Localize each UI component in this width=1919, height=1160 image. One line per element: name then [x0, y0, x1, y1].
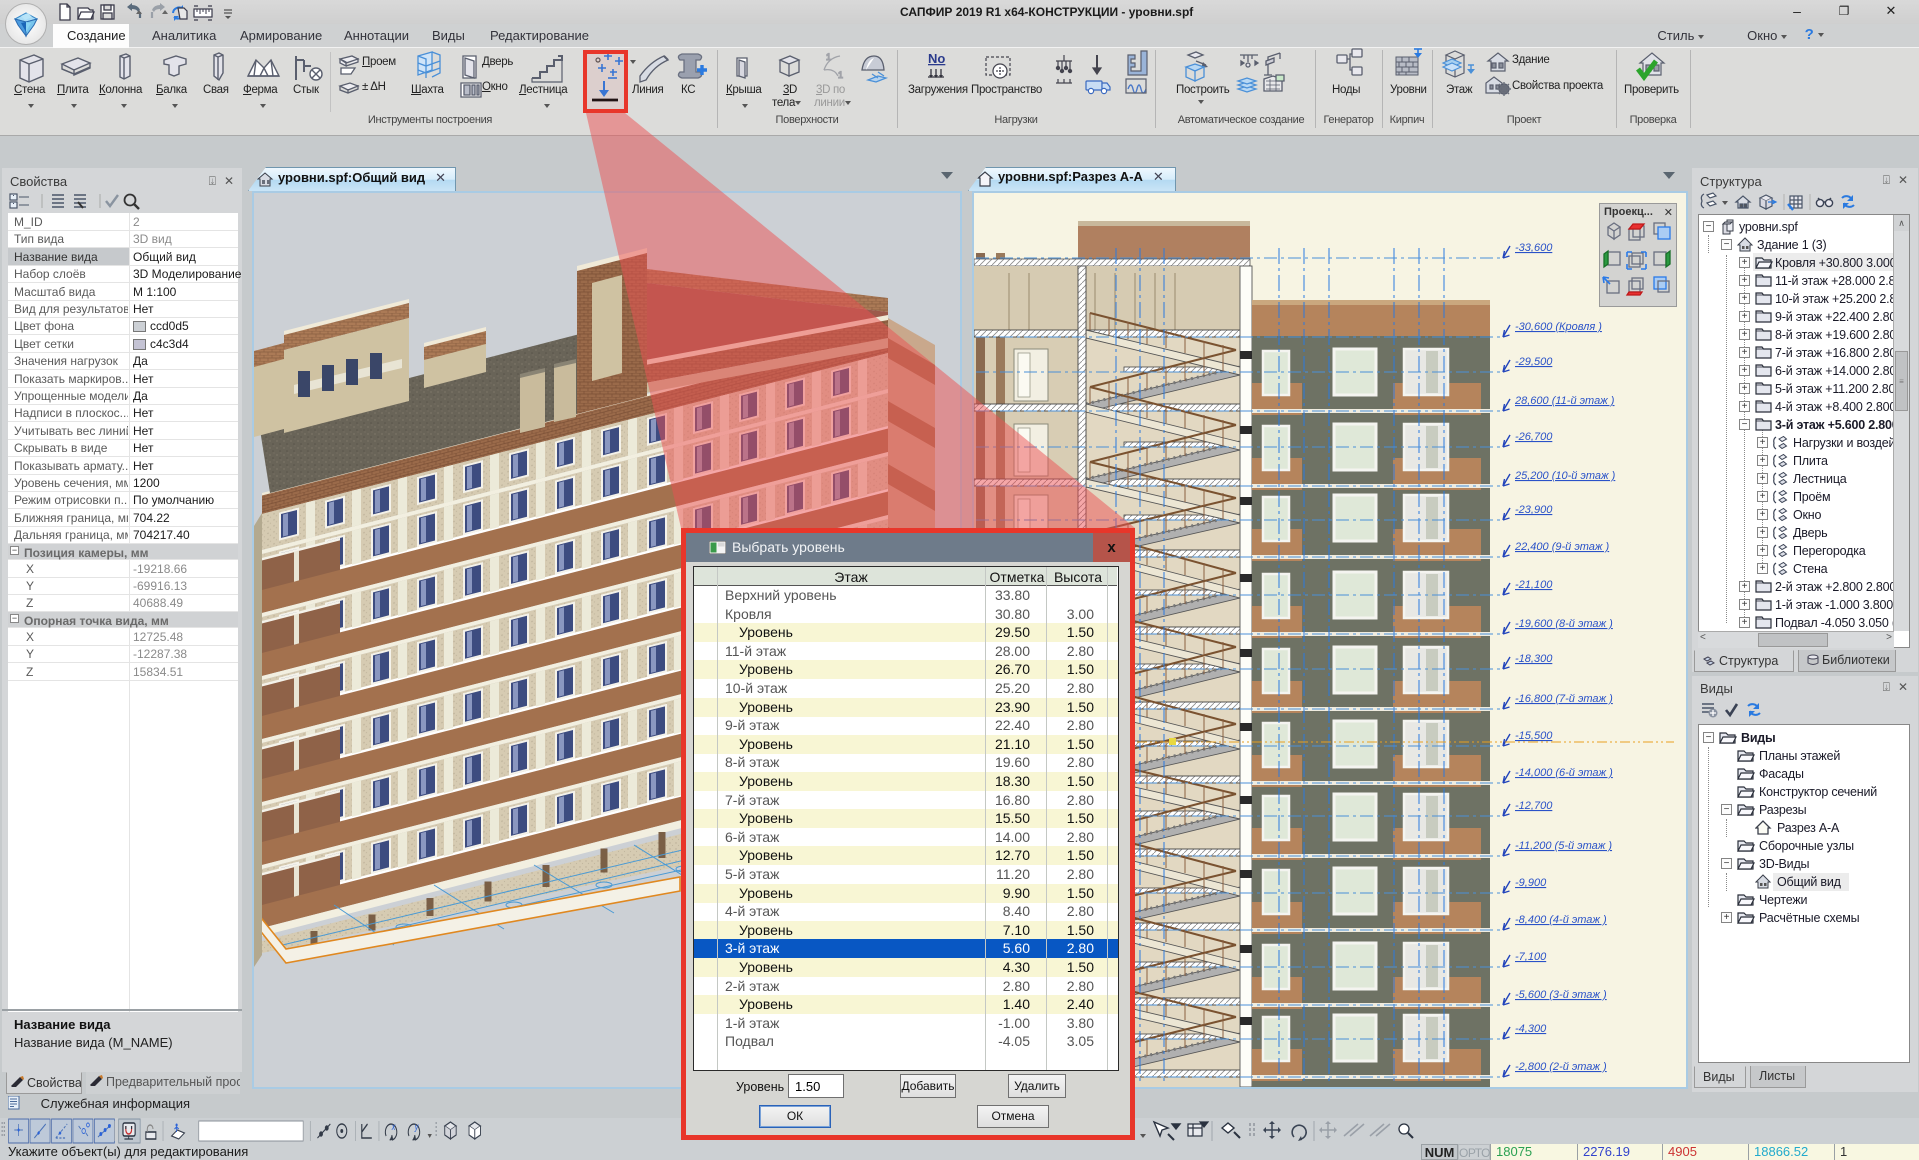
svg-text:-21,100: -21,100	[1515, 579, 1553, 591]
svg-text:-14,000 (6-й этаж ): -14,000 (6-й этаж )	[1515, 767, 1613, 779]
svg-text:-23,900: -23,900	[1515, 504, 1553, 516]
svg-text:-9,900: -9,900	[1515, 877, 1547, 889]
svg-text:y: y	[414, 1121, 419, 1133]
svg-text:-33,600: -33,600	[1515, 242, 1553, 254]
svg-text:-2,800 (2-й этаж ): -2,800 (2-й этаж )	[1515, 1061, 1607, 1073]
svg-text:-29,500: -29,500	[1515, 356, 1553, 368]
svg-text:-18,300: -18,300	[1515, 653, 1553, 665]
svg-text:No: No	[928, 51, 945, 66]
svg-text:-8,400 (4-й этаж ): -8,400 (4-й этаж )	[1515, 914, 1607, 926]
svg-text:1: 1	[838, 70, 843, 80]
svg-text:-7,100: -7,100	[1515, 951, 1547, 963]
svg-text:-5,600 (3-й этаж ): -5,600 (3-й этаж )	[1515, 989, 1607, 1001]
svg-text:-26,700: -26,700	[1515, 431, 1553, 443]
svg-text:-12,700: -12,700	[1515, 800, 1553, 812]
svg-text:22,400 (9-й этаж ): 22,400 (9-й этаж )	[1514, 541, 1610, 553]
svg-text:25,200 (10-й этаж ): 25,200 (10-й этаж )	[1514, 470, 1616, 482]
svg-text:28,600 (11-й этаж ): 28,600 (11-й этаж )	[1514, 395, 1615, 407]
svg-text:-4,300: -4,300	[1515, 1023, 1547, 1035]
svg-text:x: x	[391, 1121, 396, 1133]
svg-text:-15,500: -15,500	[1515, 730, 1553, 742]
svg-text:-19,600 (8-й этаж ): -19,600 (8-й этаж )	[1515, 618, 1613, 630]
svg-text:1: 1	[826, 52, 831, 62]
svg-text:-16,800 (7-й этаж ): -16,800 (7-й этаж )	[1515, 693, 1613, 705]
svg-text:-11,200 (5-й этаж ): -11,200 (5-й этаж )	[1515, 840, 1612, 852]
svg-text:-30,600 (Кровля ): -30,600 (Кровля )	[1515, 321, 1602, 333]
